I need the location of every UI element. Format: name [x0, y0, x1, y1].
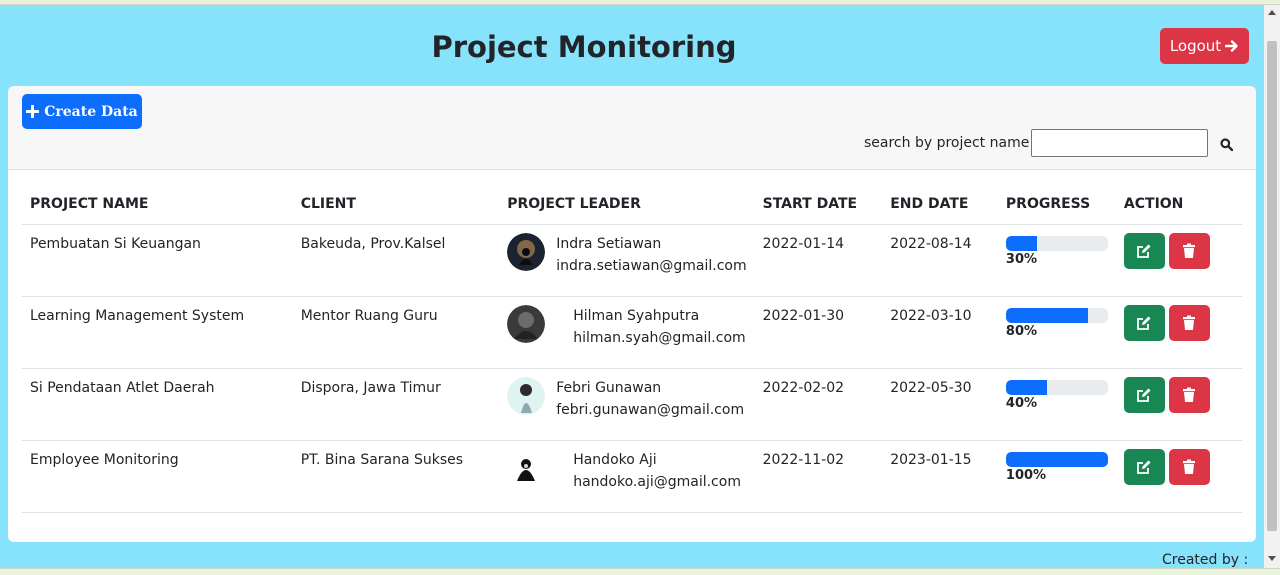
scroll-down-icon[interactable] — [1268, 556, 1276, 561]
column-header: PROJECT LEADER — [499, 184, 755, 225]
table-row: Employee Monitoring PT. Bina Sarana Suks… — [22, 440, 1242, 513]
start-date: 2022-02-02 — [754, 368, 883, 441]
vertical-scrollbar[interactable] — [1264, 5, 1280, 568]
arrow-right-icon — [1225, 40, 1238, 52]
trash-icon — [1183, 459, 1196, 474]
edit-icon — [1137, 316, 1151, 330]
end-date: 2022-03-10 — [882, 296, 998, 369]
leader-email: indra.setiawan@gmail.com — [556, 257, 747, 274]
project-name: Employee Monitoring — [22, 440, 293, 513]
search-icon[interactable] — [1220, 138, 1233, 151]
project-card: Create Data search by project name : PRO… — [8, 86, 1256, 542]
table-header-row: PROJECT NAME CLIENT PROJECT LEADER START… — [22, 184, 1242, 225]
start-date: 2022-01-14 — [754, 224, 883, 297]
table-row: Learning Management System Mentor Ruang … — [22, 296, 1242, 369]
column-header: START DATE — [754, 184, 883, 225]
end-date: 2022-05-30 — [882, 368, 998, 441]
project-name: Si Pendataan Atlet Daerah — [22, 368, 293, 441]
edit-button[interactable] — [1123, 376, 1165, 413]
avatar — [507, 448, 546, 487]
project-leader: Handoko Aji handoko.aji@gmail.com — [507, 448, 746, 493]
search-input[interactable] — [1031, 129, 1208, 157]
column-header: ACTION — [1115, 184, 1242, 225]
column-header: END DATE — [882, 184, 998, 225]
edit-icon — [1137, 460, 1151, 474]
footer-credit: Created by : — [1162, 552, 1249, 568]
scroll-thumb[interactable] — [1267, 41, 1277, 531]
delete-button[interactable] — [1168, 448, 1210, 485]
project-leader: Febri Gunawan febri.gunawan@gmail.com — [507, 376, 746, 421]
browser-bottom-edge — [0, 568, 1280, 575]
delete-button[interactable] — [1168, 232, 1210, 269]
edit-button[interactable] — [1123, 448, 1165, 485]
column-header: CLIENT — [292, 184, 500, 225]
progress-label: 80% — [1005, 323, 1038, 339]
edit-button[interactable] — [1123, 304, 1165, 341]
leader-email: hilman.syah@gmail.com — [573, 329, 746, 346]
progress-bar — [1005, 451, 1108, 467]
edit-button[interactable] — [1123, 232, 1165, 269]
edit-icon — [1137, 244, 1151, 258]
project-leader: Indra Setiawan indra.setiawan@gmail.com — [507, 232, 747, 277]
scroll-up-icon[interactable] — [1268, 10, 1276, 15]
client-name: PT. Bina Sarana Sukses — [292, 440, 500, 513]
delete-button[interactable] — [1168, 304, 1210, 341]
avatar — [507, 376, 546, 415]
leader-email: febri.gunawan@gmail.com — [556, 401, 745, 418]
client-name: Dispora, Jawa Timur — [292, 368, 500, 441]
avatar — [507, 232, 546, 271]
leader-name: Febri Gunawan — [556, 379, 662, 396]
progress-label: 100% — [1005, 467, 1047, 483]
create-data-button[interactable]: Create Data — [22, 94, 142, 129]
leader-name: Handoko Aji — [573, 451, 657, 468]
client-name: Mentor Ruang Guru — [292, 296, 500, 369]
browser-top-edge — [0, 0, 1280, 5]
leader-email: handoko.aji@gmail.com — [573, 473, 741, 490]
trash-icon — [1183, 387, 1196, 402]
end-date: 2022-08-14 — [882, 224, 998, 297]
progress-bar — [1005, 379, 1108, 395]
progress-fill — [1005, 307, 1088, 323]
progress-fill — [1005, 235, 1037, 251]
trash-icon — [1183, 315, 1196, 330]
row-actions — [1123, 304, 1234, 341]
start-date: 2022-11-02 — [754, 440, 883, 513]
start-date: 2022-01-30 — [754, 296, 883, 369]
projects-table: PROJECT NAME CLIENT PROJECT LEADER START… — [22, 184, 1242, 513]
table-row: Pembuatan Si Keuangan Bakeuda, Prov.Kals… — [22, 224, 1242, 297]
logout-label: Logout — [1169, 37, 1222, 55]
end-date: 2023-01-15 — [882, 440, 998, 513]
table-row: Si Pendataan Atlet Daerah Dispora, Jawa … — [22, 368, 1242, 441]
leader-name: Hilman Syahputra — [573, 307, 700, 324]
client-name: Bakeuda, Prov.Kalsel — [292, 224, 500, 297]
card-header: Create Data search by project name : — [8, 86, 1256, 170]
progress-fill — [1005, 379, 1047, 395]
avatar — [507, 304, 546, 343]
edit-icon — [1137, 388, 1151, 402]
progress-fill — [1005, 451, 1108, 467]
search-label: search by project name : — [864, 135, 1039, 151]
delete-button[interactable] — [1168, 376, 1210, 413]
project-name: Learning Management System — [22, 296, 293, 369]
project-leader: Hilman Syahputra hilman.syah@gmail.com — [507, 304, 746, 349]
progress-bar — [1005, 307, 1108, 323]
project-name: Pembuatan Si Keuangan — [22, 224, 293, 297]
leader-name: Indra Setiawan — [556, 235, 662, 252]
progress-label: 40% — [1005, 395, 1038, 411]
row-actions — [1123, 448, 1234, 485]
logout-button[interactable]: Logout — [1160, 28, 1249, 64]
trash-icon — [1183, 243, 1196, 258]
create-data-label: Create Data — [44, 103, 138, 120]
row-actions — [1123, 376, 1234, 413]
row-actions — [1123, 232, 1234, 269]
plus-icon — [26, 105, 40, 118]
progress-bar — [1005, 235, 1108, 251]
page-title: Project Monitoring — [431, 30, 737, 64]
column-header: PROGRESS — [997, 184, 1116, 225]
progress-label: 30% — [1005, 251, 1038, 267]
column-header: PROJECT NAME — [22, 184, 293, 225]
